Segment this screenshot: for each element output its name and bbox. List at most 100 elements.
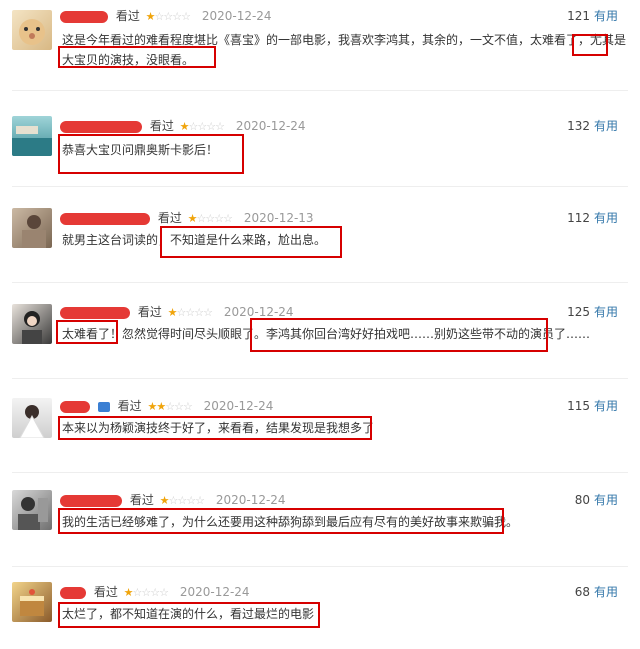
divider — [12, 566, 628, 567]
redacted-username — [60, 586, 86, 599]
review-date: 2020-12-24 — [223, 305, 294, 319]
vote-count: 121 有用 — [567, 8, 618, 24]
person-avatar-icon — [22, 311, 42, 344]
review-meta: 看过 ★☆☆☆☆ 2020-12-24 — [60, 8, 272, 25]
watched-label: 看过 — [129, 493, 154, 507]
review-text: 太难看了！忽然觉得时间尽头顺眼了。李鸿其你回台湾好好拍戏吧……别奶这些带不动的演… — [62, 324, 590, 344]
useful-button[interactable]: 有用 — [594, 493, 618, 507]
vote-count: 80 有用 — [575, 492, 618, 508]
watched-label: 看过 — [149, 119, 174, 133]
rating-stars: ★☆☆☆☆ — [167, 306, 213, 319]
review-item: 看过 ★☆☆☆☆ 2020-12-24 68 有用 太烂了，都不知道在演的什么，看… — [0, 568, 640, 648]
vote-count: 112 有用 — [567, 210, 618, 226]
redacted-username — [60, 212, 150, 225]
useful-button[interactable]: 有用 — [594, 399, 618, 413]
avatar[interactable] — [12, 116, 52, 156]
divider — [12, 282, 628, 283]
review-text: 本来以为杨颖演技终于好了，来看看，结果发现是我想多了 — [62, 418, 374, 438]
review-meta: 看过 ★☆☆☆☆ 2020-12-24 — [60, 584, 250, 601]
vote-number: 125 — [567, 305, 590, 319]
vote-count: 68 有用 — [575, 584, 618, 600]
divider — [12, 90, 628, 91]
review-date: 2020-12-24 — [179, 585, 250, 599]
review-date: 2020-12-24 — [203, 399, 274, 413]
watched-label: 看过 — [115, 9, 140, 23]
vote-number: 112 — [567, 211, 590, 225]
useful-button[interactable]: 有用 — [594, 585, 618, 599]
bride-avatar-icon — [19, 405, 45, 438]
vote-number: 68 — [574, 585, 590, 599]
review-text: 太烂了，都不知道在演的什么，看过最烂的电影 — [62, 604, 314, 624]
useful-button[interactable]: 有用 — [594, 211, 618, 225]
review-meta: 看过 ★★☆☆☆ 2020-12-24 — [60, 398, 273, 415]
review-text-line: 就男主这台词读的，不知道是什么来路，尬出息。 — [62, 233, 327, 247]
watched-label: 看过 — [137, 305, 162, 319]
review-item: 看过 ★☆☆☆☆ 2020-12-24 125 有用 太难看了！忽然觉得时间尽头顺… — [0, 284, 640, 376]
useful-button[interactable]: 有用 — [594, 305, 618, 319]
avatar[interactable] — [12, 398, 52, 438]
review-text-line: 我的生活已经够难了，为什么还要用这种舔狗舔到最后应有尽有的美好故事来欺骗我。 — [62, 515, 519, 529]
review-text: 就男主这台词读的，不知道是什么来路，尬出息。 — [62, 230, 326, 250]
watched-label: 看过 — [157, 211, 182, 225]
person-avatar-icon — [18, 497, 48, 530]
review-text-line: 大宝贝的演技，没眼看。 — [62, 53, 195, 67]
review-meta: 看过 ★☆☆☆☆ 2020-12-13 — [60, 210, 314, 227]
avatar[interactable] — [12, 304, 52, 344]
useful-button[interactable]: 有用 — [594, 119, 618, 133]
review-item: 看过 ★☆☆☆☆ 2020-12-24 80 有用 我的生活已经够难了，为什么还要… — [0, 474, 640, 570]
redacted-username — [60, 120, 142, 133]
review-date: 2020-12-24 — [215, 493, 286, 507]
avatar[interactable] — [12, 490, 52, 530]
review-date: 2020-12-13 — [243, 211, 314, 225]
avatar[interactable] — [12, 10, 52, 50]
divider — [12, 472, 628, 473]
review-date: 2020-12-24 — [201, 9, 272, 23]
review-date: 2020-12-24 — [235, 119, 306, 133]
avatar[interactable] — [12, 582, 52, 622]
review-text-line: 本来以为杨颖演技终于好了，来看看，结果发现是我想多了 — [62, 421, 375, 435]
rating-stars: ★☆☆☆☆ — [123, 586, 169, 599]
vote-number: 121 — [567, 9, 590, 23]
vote-count: 115 有用 — [567, 398, 618, 414]
review-text-line: 太烂了，都不知道在演的什么，看过最烂的电影 — [62, 607, 315, 621]
review-item: 看过 ★★☆☆☆ 2020-12-24 115 有用 本来以为杨颖演技终于好了，来… — [0, 380, 640, 470]
avatar[interactable] — [12, 208, 52, 248]
review-text: 恭喜大宝贝问鼎奥斯卡影后！ — [62, 140, 218, 160]
redacted-username — [60, 494, 122, 507]
redacted-username — [60, 10, 108, 23]
divider — [12, 378, 628, 379]
verified-badge-icon — [97, 401, 110, 412]
divider — [12, 186, 628, 187]
vote-count: 125 有用 — [567, 304, 618, 320]
person-avatar-icon — [22, 215, 46, 248]
vote-number: 115 — [567, 399, 590, 413]
rating-stars: ★☆☆☆☆ — [187, 212, 233, 225]
review-text-line: 太难看了！忽然觉得时间尽头顺眼了。李鸿其你回台湾好好拍戏吧……别奶这些带不动的演… — [62, 327, 591, 341]
rating-stars: ★☆☆☆☆ — [145, 10, 191, 23]
vote-count: 132 有用 — [567, 118, 618, 134]
cake-avatar-icon — [20, 589, 44, 616]
review-text: 我的生活已经够难了，为什么还要用这种舔狗舔到最后应有尽有的美好故事来欺骗我。 — [62, 512, 518, 532]
review-meta: 看过 ★☆☆☆☆ 2020-12-24 — [60, 118, 306, 135]
review-item: 看过 ★☆☆☆☆ 2020-12-13 112 有用 就男主这台词读的，不知道是什… — [0, 188, 640, 280]
watched-label: 看过 — [93, 585, 118, 599]
hamster-avatar-icon — [19, 19, 45, 45]
review-item: 看过 ★☆☆☆☆ 2020-12-24 121 有用 这是今年看过的难看程度堪比《… — [0, 0, 640, 90]
review-text-line: 这是今年看过的难看程度堪比《喜宝》的一部电影，我喜欢李鸿其，其余的，一文不值，太… — [62, 33, 627, 47]
review-text-line: 恭喜大宝贝问鼎奥斯卡影后！ — [62, 143, 219, 157]
rating-stars: ★★☆☆☆ — [147, 400, 193, 413]
review-item: 看过 ★☆☆☆☆ 2020-12-24 132 有用 恭喜大宝贝问鼎奥斯卡影后！ — [0, 92, 640, 182]
pool-avatar-icon — [12, 126, 52, 156]
useful-button[interactable]: 有用 — [594, 9, 618, 23]
review-list: 看过 ★☆☆☆☆ 2020-12-24 121 有用 这是今年看过的难看程度堪比《… — [0, 0, 640, 649]
vote-number: 80 — [574, 493, 590, 507]
rating-stars: ★☆☆☆☆ — [159, 494, 205, 507]
redacted-username — [60, 400, 90, 413]
rating-stars: ★☆☆☆☆ — [179, 120, 225, 133]
review-text: 这是今年看过的难看程度堪比《喜宝》的一部电影，我喜欢李鸿其，其余的，一文不值，太… — [62, 30, 626, 70]
watched-label: 看过 — [117, 399, 142, 413]
review-meta: 看过 ★☆☆☆☆ 2020-12-24 — [60, 492, 286, 509]
vote-number: 132 — [567, 119, 590, 133]
review-meta: 看过 ★☆☆☆☆ 2020-12-24 — [60, 304, 294, 321]
redacted-username — [60, 306, 130, 319]
